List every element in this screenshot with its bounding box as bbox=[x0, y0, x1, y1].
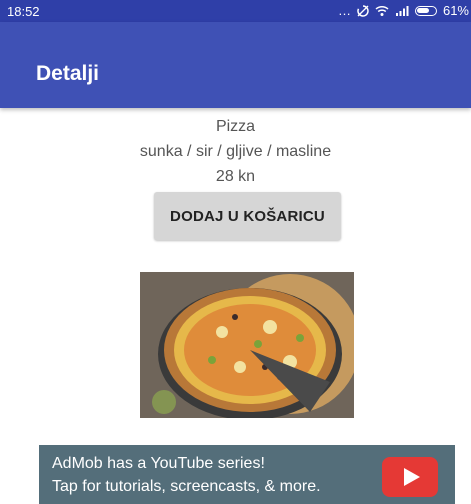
product-ingredients: sunka / sir / gljive / masline bbox=[139, 143, 332, 160]
sync-off-icon bbox=[357, 4, 369, 17]
app-bar: Detalji bbox=[0, 22, 471, 108]
product-price: 28 kn bbox=[215, 168, 256, 185]
product-details: Pizza sunka / sir / gljive / masline 28 … bbox=[0, 114, 471, 189]
battery-icon bbox=[414, 5, 437, 16]
status-icons: … 61% bbox=[338, 3, 469, 18]
status-time: 18:52 bbox=[7, 4, 40, 19]
youtube-play-icon[interactable] bbox=[382, 457, 438, 497]
notification-dots-icon: … bbox=[337, 3, 351, 18]
add-to-cart-button[interactable]: DODAJ U KOŠARICU bbox=[154, 192, 341, 240]
pizza-image bbox=[140, 272, 354, 418]
status-bar: 18:52 … 61% bbox=[0, 0, 471, 22]
ad-banner[interactable]: AdMob has a YouTube series! Tap for tuto… bbox=[39, 445, 455, 504]
battery-percent: 61% bbox=[442, 3, 469, 18]
wifi-icon bbox=[375, 5, 389, 17]
product-name: Pizza bbox=[215, 118, 256, 135]
ad-subline: Tap for tutorials, screencasts, & more. bbox=[52, 478, 321, 495]
ad-headline: AdMob has a YouTube series! bbox=[52, 455, 265, 472]
page-title: Detalji bbox=[36, 62, 100, 85]
signal-icon bbox=[395, 5, 409, 17]
